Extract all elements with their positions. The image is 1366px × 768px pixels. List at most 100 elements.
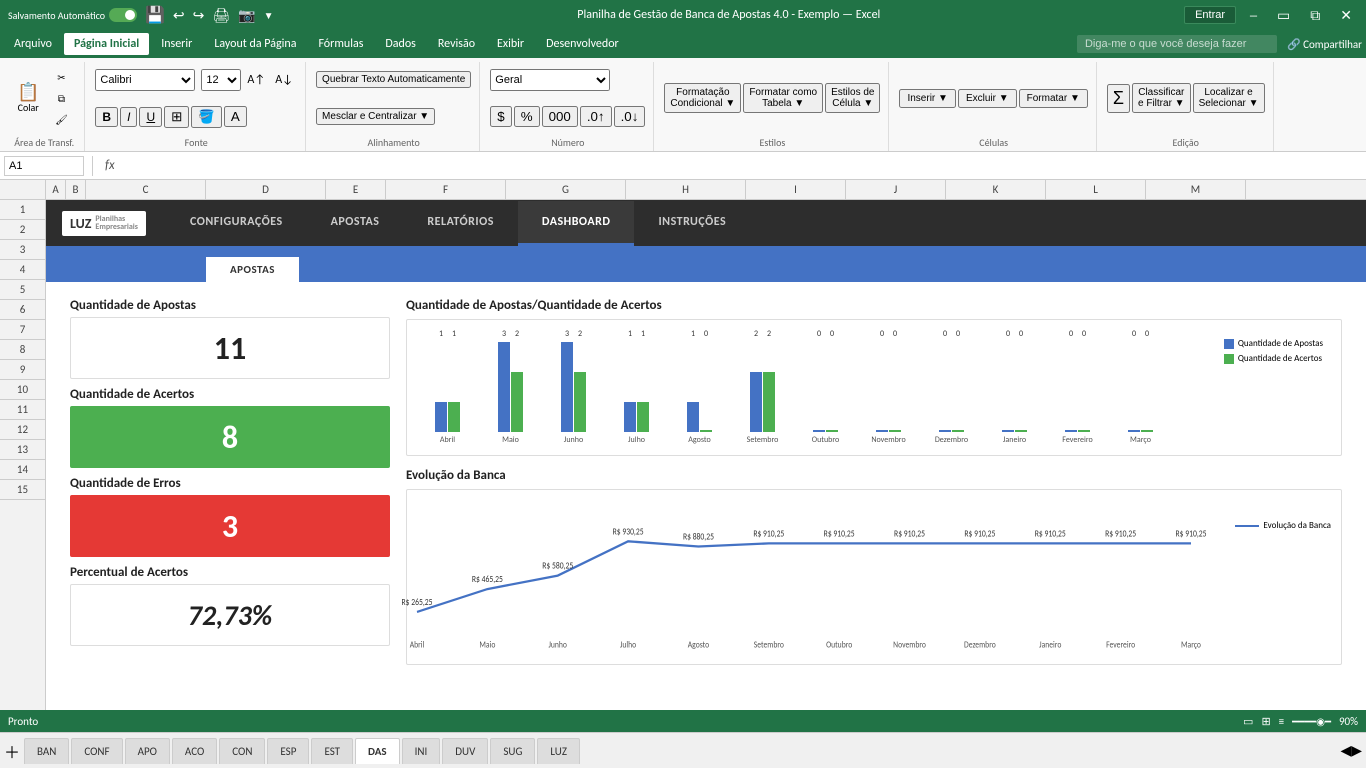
bar-apostas-Julho[interactable]: [624, 402, 636, 432]
col-header-e[interactable]: E: [326, 180, 386, 199]
sheet-tab-est[interactable]: EST: [311, 738, 353, 764]
sheet-tab-sug[interactable]: SUG: [490, 738, 535, 764]
bar-apostas-Fevereiro[interactable]: [1065, 430, 1077, 432]
formula-input[interactable]: [123, 159, 1362, 173]
sheet-tab-ini[interactable]: INI: [402, 738, 441, 764]
col-header-i[interactable]: I: [746, 180, 846, 199]
view-break-icon[interactable]: ≡: [1279, 715, 1284, 728]
print-icon[interactable]: 🖨: [212, 7, 230, 24]
menu-layout[interactable]: Layout da Página: [204, 33, 306, 55]
col-header-d[interactable]: D: [206, 180, 326, 199]
bar-acertos-Setembro[interactable]: [763, 372, 775, 432]
bar-apostas-Março[interactable]: [1128, 430, 1140, 432]
restore-icon[interactable]: ▭: [1271, 7, 1296, 24]
add-sheet-icon[interactable]: ＋: [4, 739, 20, 763]
dropdown-icon[interactable]: ▼: [264, 9, 274, 22]
fill-color-button[interactable]: 🪣: [191, 106, 222, 128]
cut-button[interactable]: ✂: [46, 68, 76, 87]
number-format-select[interactable]: Geral: [490, 69, 610, 91]
menu-revisao[interactable]: Revisão: [428, 33, 485, 55]
paste-button[interactable]: 📋 Colar: [12, 80, 44, 117]
border-button[interactable]: ⊞: [164, 106, 189, 128]
save-icon[interactable]: 💾: [145, 5, 165, 25]
bar-acertos-Novembro[interactable]: [889, 430, 901, 432]
search-input[interactable]: [1077, 35, 1277, 53]
sheet-tab-aco[interactable]: ACO: [172, 738, 217, 764]
bar-acertos-Abril[interactable]: [448, 402, 460, 432]
italic-button[interactable]: I: [120, 107, 137, 127]
menu-desenvolvedor[interactable]: Desenvolvedor: [536, 33, 629, 55]
undo-icon[interactable]: ↩: [173, 7, 185, 24]
copy-button[interactable]: ⧉: [46, 89, 76, 108]
maximize-icon[interactable]: ⧉: [1304, 7, 1326, 24]
nav-tab-configuracoes[interactable]: CONFIGURAÇÕES: [166, 201, 307, 246]
bar-acertos-Junho[interactable]: [574, 372, 586, 432]
bar-acertos-Outubro[interactable]: [826, 430, 838, 432]
nav-tab-apostas[interactable]: APOSTAS: [307, 201, 404, 246]
delete-cells-button[interactable]: Excluir ▼: [958, 89, 1017, 108]
bar-apostas-Outubro[interactable]: [813, 430, 825, 432]
bar-acertos-Dezembro[interactable]: [952, 430, 964, 432]
col-header-a[interactable]: A: [46, 180, 66, 199]
share-button[interactable]: 🔗 Compartilhar: [1287, 38, 1362, 51]
underline-button[interactable]: U: [139, 107, 162, 127]
col-header-k[interactable]: K: [946, 180, 1046, 199]
camera-icon[interactable]: 📷: [238, 7, 255, 24]
increase-font-button[interactable]: A↑: [243, 71, 269, 89]
menu-pagina-inicial[interactable]: Página Inicial: [64, 33, 149, 55]
nav-tab-instrucoes[interactable]: INSTRUÇÕES: [634, 201, 750, 246]
autosum-button[interactable]: Σ: [1107, 84, 1130, 113]
col-header-l[interactable]: L: [1046, 180, 1146, 199]
scroll-sheets-left[interactable]: ◀: [1340, 742, 1351, 759]
sheet-tab-conf[interactable]: CONF: [71, 738, 122, 764]
bar-apostas-Junho[interactable]: [561, 342, 573, 432]
bar-apostas-Maio[interactable]: [498, 342, 510, 432]
view-normal-icon[interactable]: ▭: [1243, 715, 1253, 728]
cell-styles-button[interactable]: Estilos deCélula ▼: [825, 83, 880, 113]
scroll-sheets-right[interactable]: ▶: [1351, 742, 1362, 759]
bar-apostas-Dezembro[interactable]: [939, 430, 951, 432]
col-header-c[interactable]: C: [86, 180, 206, 199]
sheet-tab-das[interactable]: DAS: [355, 738, 400, 764]
font-family-select[interactable]: Calibri: [95, 69, 195, 91]
signin-button[interactable]: Entrar: [1184, 6, 1236, 24]
redo-icon[interactable]: ↪: [193, 7, 205, 24]
col-header-g[interactable]: G: [506, 180, 626, 199]
sub-tab-apostas[interactable]: APOSTAS: [206, 257, 299, 282]
sheet-tab-luz[interactable]: LUZ: [537, 738, 580, 764]
bar-apostas-Janeiro[interactable]: [1002, 430, 1014, 432]
close-icon[interactable]: ✕: [1334, 7, 1358, 24]
font-size-select[interactable]: 12: [201, 69, 241, 91]
merge-center-button[interactable]: Mesclar e Centralizar ▼: [316, 108, 435, 125]
bar-apostas-Setembro[interactable]: [750, 372, 762, 432]
find-select-button[interactable]: Localizar eSelecionar ▼: [1193, 83, 1265, 113]
sheet-tab-apo[interactable]: APO: [125, 738, 170, 764]
sheet-tab-duv[interactable]: DUV: [442, 738, 488, 764]
col-header-m[interactable]: M: [1146, 180, 1246, 199]
bar-apostas-Agosto[interactable]: [687, 402, 699, 432]
autosave-toggle-pill[interactable]: [109, 8, 137, 22]
sheet-tab-ban[interactable]: BAN: [24, 738, 69, 764]
cell-reference-input[interactable]: [4, 156, 84, 176]
bar-acertos-Janeiro[interactable]: [1015, 430, 1027, 432]
bold-button[interactable]: B: [95, 107, 118, 127]
menu-inserir[interactable]: Inserir: [151, 33, 202, 55]
bar-apostas-Abril[interactable]: [435, 402, 447, 432]
nav-tab-dashboard[interactable]: DASHBOARD: [518, 201, 635, 246]
col-header-f[interactable]: F: [386, 180, 506, 199]
decrease-font-button[interactable]: A↓: [271, 71, 297, 89]
insert-cells-button[interactable]: Inserir ▼: [899, 89, 955, 108]
bar-acertos-Maio[interactable]: [511, 372, 523, 432]
menu-arquivo[interactable]: Arquivo: [4, 33, 62, 55]
format-cells-button[interactable]: Formatar ▼: [1019, 89, 1088, 108]
sheet-tab-esp[interactable]: ESP: [267, 738, 309, 764]
bar-acertos-Julho[interactable]: [637, 402, 649, 432]
col-header-h[interactable]: H: [626, 180, 746, 199]
zoom-slider[interactable]: ━━━━◉━: [1292, 715, 1331, 728]
percent-button[interactable]: %: [514, 106, 540, 127]
conditional-format-button[interactable]: FormataçãoCondicional ▼: [664, 83, 741, 113]
fill-button[interactable]: Classificare Filtrar ▼: [1132, 83, 1191, 113]
format-painter-button[interactable]: 🖌: [46, 110, 76, 129]
wrap-text-button[interactable]: Quebrar Texto Automaticamente: [316, 71, 471, 88]
autosave-toggle[interactable]: Salvamento Automático: [8, 8, 137, 22]
